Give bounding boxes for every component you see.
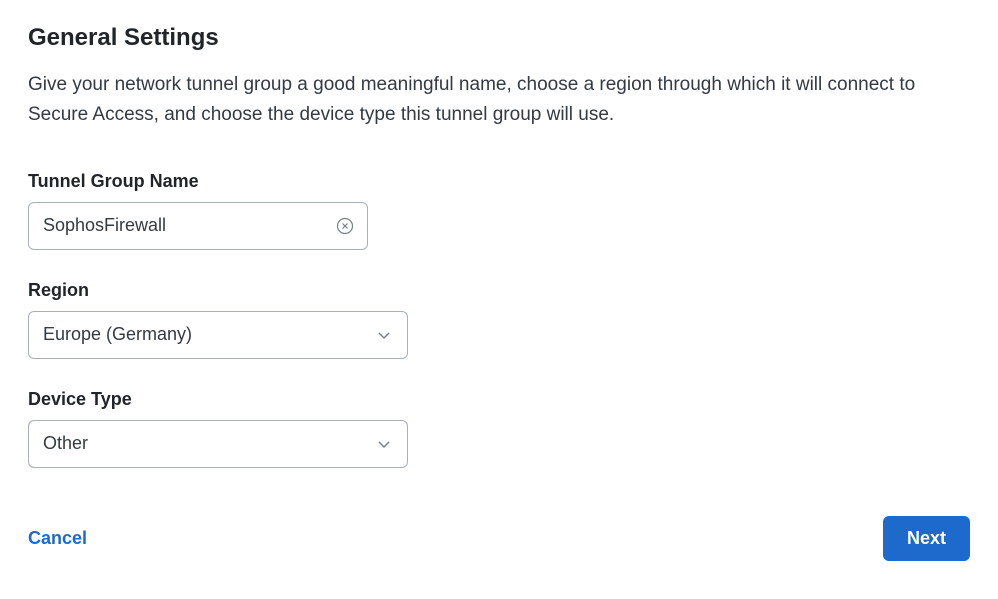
region-label: Region bbox=[28, 280, 970, 301]
tunnel-group-name-field: Tunnel Group Name bbox=[28, 171, 970, 250]
region-select[interactable]: Europe (Germany) bbox=[28, 311, 408, 359]
tunnel-group-name-label: Tunnel Group Name bbox=[28, 171, 970, 192]
tunnel-group-name-input[interactable] bbox=[28, 202, 368, 250]
page-description: Give your network tunnel group a good me… bbox=[28, 70, 968, 131]
cancel-button[interactable]: Cancel bbox=[28, 528, 87, 549]
device-type-selected-value: Other bbox=[43, 433, 88, 454]
region-selected-value: Europe (Germany) bbox=[43, 324, 192, 345]
next-button[interactable]: Next bbox=[883, 516, 970, 561]
device-type-field: Device Type Other bbox=[28, 389, 970, 468]
footer: Cancel Next bbox=[28, 516, 970, 561]
device-type-select[interactable]: Other bbox=[28, 420, 408, 468]
region-field: Region Europe (Germany) bbox=[28, 280, 970, 359]
clear-input-icon[interactable] bbox=[336, 217, 354, 235]
device-type-label: Device Type bbox=[28, 389, 970, 410]
page-title: General Settings bbox=[28, 24, 970, 52]
